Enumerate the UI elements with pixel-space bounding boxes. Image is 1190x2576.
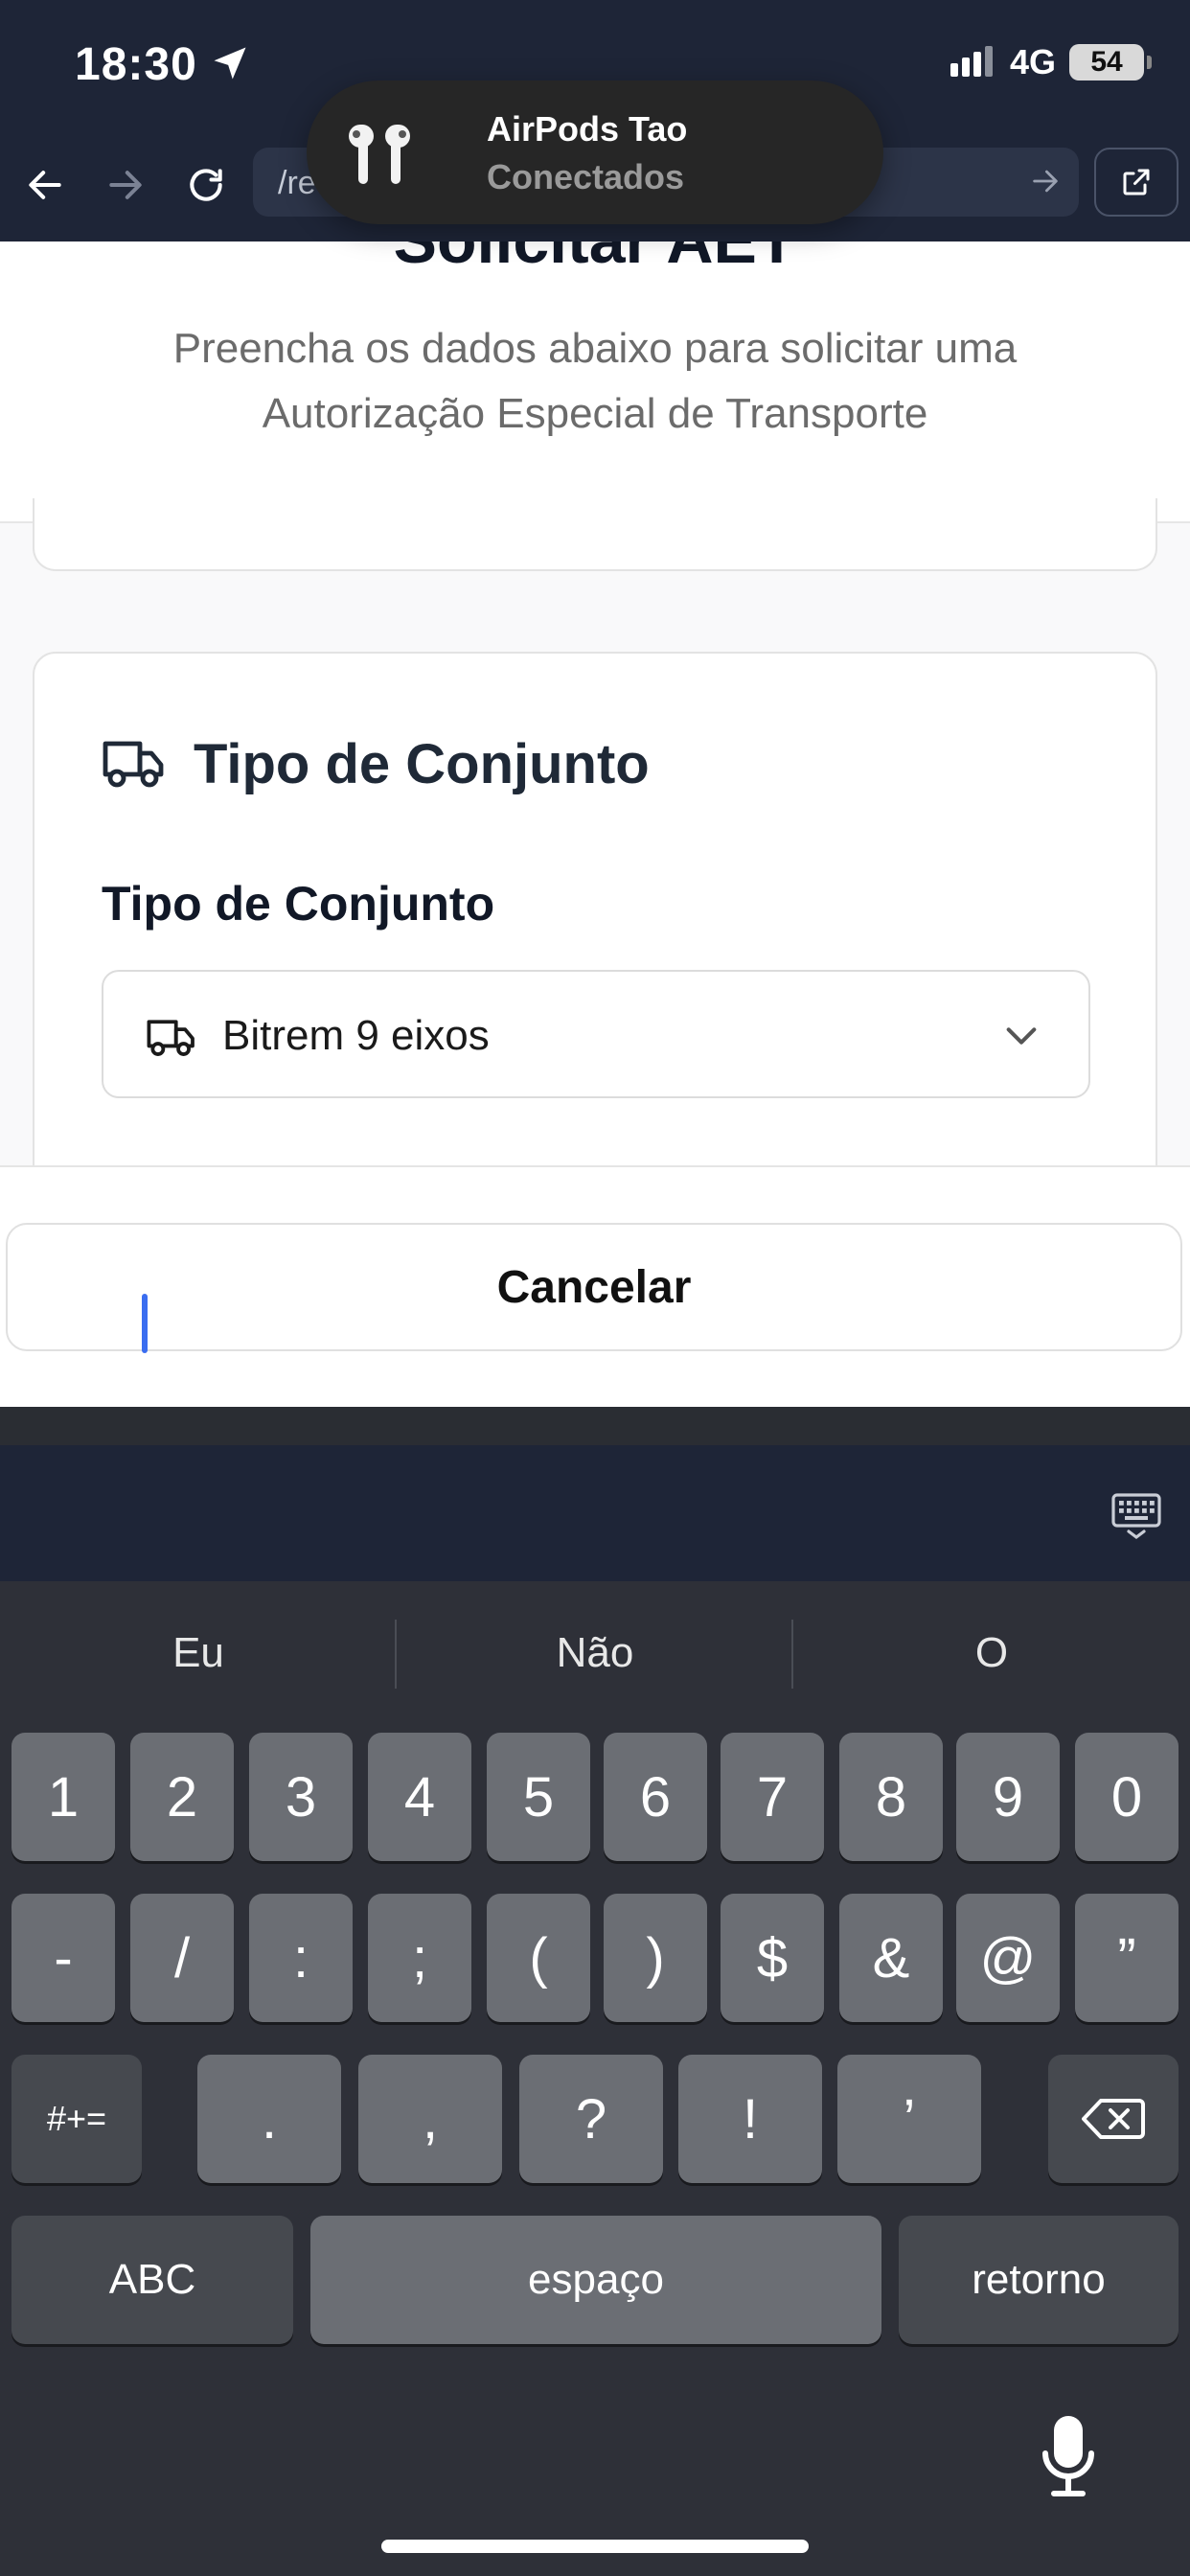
- space-key[interactable]: espaço: [310, 2216, 881, 2344]
- tipo-conjunto-select[interactable]: Bitrem 9 eixos: [102, 970, 1090, 1098]
- field-label: Tipo de Conjunto: [102, 877, 495, 931]
- chevron-down-icon: [1002, 1022, 1041, 1055]
- page-header: Solicitar AET Preencha os dados abaixo p…: [0, 242, 1190, 523]
- status-indicators: 4G 54: [950, 42, 1152, 82]
- key-1[interactable]: 1: [11, 1733, 115, 1861]
- go-arrow-icon[interactable]: [1029, 165, 1062, 202]
- separator: [0, 1407, 1190, 1445]
- key-symbols[interactable]: #+=: [11, 2055, 142, 2183]
- key-semicolon[interactable]: ;: [368, 1894, 471, 2022]
- key-dollar[interactable]: $: [721, 1894, 824, 2022]
- key-quote[interactable]: ”: [1075, 1894, 1179, 2022]
- key-period[interactable]: .: [197, 2055, 341, 2183]
- home-indicator: [381, 2540, 809, 2553]
- key-open-paren[interactable]: (: [487, 1894, 590, 2022]
- key-at[interactable]: @: [956, 1894, 1060, 2022]
- forward-arrow-icon[interactable]: [102, 161, 149, 209]
- select-value: Bitrem 9 eixos: [222, 1012, 490, 1059]
- key-2[interactable]: 2: [130, 1733, 234, 1861]
- key-comma[interactable]: ,: [358, 2055, 502, 2183]
- keyboard: Eu Não O 1 2 3 4 5 6 7 8 9 0 - / : ; ( )…: [0, 1581, 1190, 2576]
- text-cursor: [142, 1294, 148, 1353]
- signal-icon: [950, 44, 996, 81]
- keyboard-dismiss-icon[interactable]: [1110, 1489, 1163, 1548]
- page-subtitle: Preencha os dados abaixo para solicitar …: [172, 325, 1018, 437]
- key-3[interactable]: 3: [249, 1733, 353, 1861]
- status-time: 18:30: [75, 39, 197, 90]
- network-type: 4G: [1009, 42, 1056, 81]
- backspace-key[interactable]: [1048, 2055, 1179, 2183]
- key-exclamation[interactable]: !: [678, 2055, 822, 2183]
- reload-icon[interactable]: [182, 161, 230, 209]
- key-9[interactable]: 9: [956, 1733, 1060, 1861]
- prediction-3[interactable]: O: [793, 1629, 1190, 1677]
- truck-icon: [146, 1016, 197, 1063]
- section-title: Tipo de Conjunto: [194, 733, 650, 795]
- truck-icon: [102, 736, 167, 794]
- airpods-notification[interactable]: AirPods Tao Conectados: [307, 80, 883, 224]
- notification-subtitle: Conectados: [487, 157, 685, 196]
- key-5[interactable]: 5: [487, 1733, 590, 1861]
- tipo-conjunto-card: Tipo de Conjunto Tipo de Conjunto Bitrem…: [33, 652, 1157, 1188]
- backspace-icon: [1082, 2099, 1145, 2139]
- key-8[interactable]: 8: [839, 1733, 943, 1861]
- cancel-button[interactable]: Cancelar: [6, 1223, 1182, 1351]
- key-slash[interactable]: /: [130, 1894, 234, 2022]
- page-title: Solicitar AET: [0, 242, 1190, 278]
- battery-icon: 54: [1069, 44, 1152, 80]
- key-colon[interactable]: :: [249, 1894, 353, 2022]
- key-4[interactable]: 4: [368, 1733, 471, 1861]
- key-hyphen[interactable]: -: [11, 1894, 115, 2022]
- key-0[interactable]: 0: [1075, 1733, 1179, 1861]
- previous-card: [33, 498, 1157, 571]
- notification-title: AirPods Tao: [487, 109, 688, 149]
- return-key[interactable]: retorno: [899, 2216, 1179, 2344]
- keyboard-accessory-bar: [0, 1445, 1190, 1581]
- microphone-icon[interactable]: [1040, 2413, 1097, 2504]
- form-footer: Cancelar: [0, 1165, 1190, 1407]
- key-question[interactable]: ?: [519, 2055, 663, 2183]
- key-7[interactable]: 7: [721, 1733, 824, 1861]
- location-arrow-icon: [209, 42, 251, 89]
- key-close-paren[interactable]: ): [604, 1894, 707, 2022]
- back-arrow-icon[interactable]: [21, 161, 69, 209]
- prediction-2[interactable]: Não: [397, 1629, 793, 1677]
- key-ampersand[interactable]: &: [839, 1894, 943, 2022]
- open-external-icon[interactable]: [1094, 148, 1179, 217]
- key-6[interactable]: 6: [604, 1733, 707, 1861]
- airpods-icon: [335, 121, 423, 193]
- prediction-1[interactable]: Eu: [0, 1629, 397, 1677]
- key-apostrophe[interactable]: ’: [837, 2055, 981, 2183]
- key-abc[interactable]: ABC: [11, 2216, 293, 2344]
